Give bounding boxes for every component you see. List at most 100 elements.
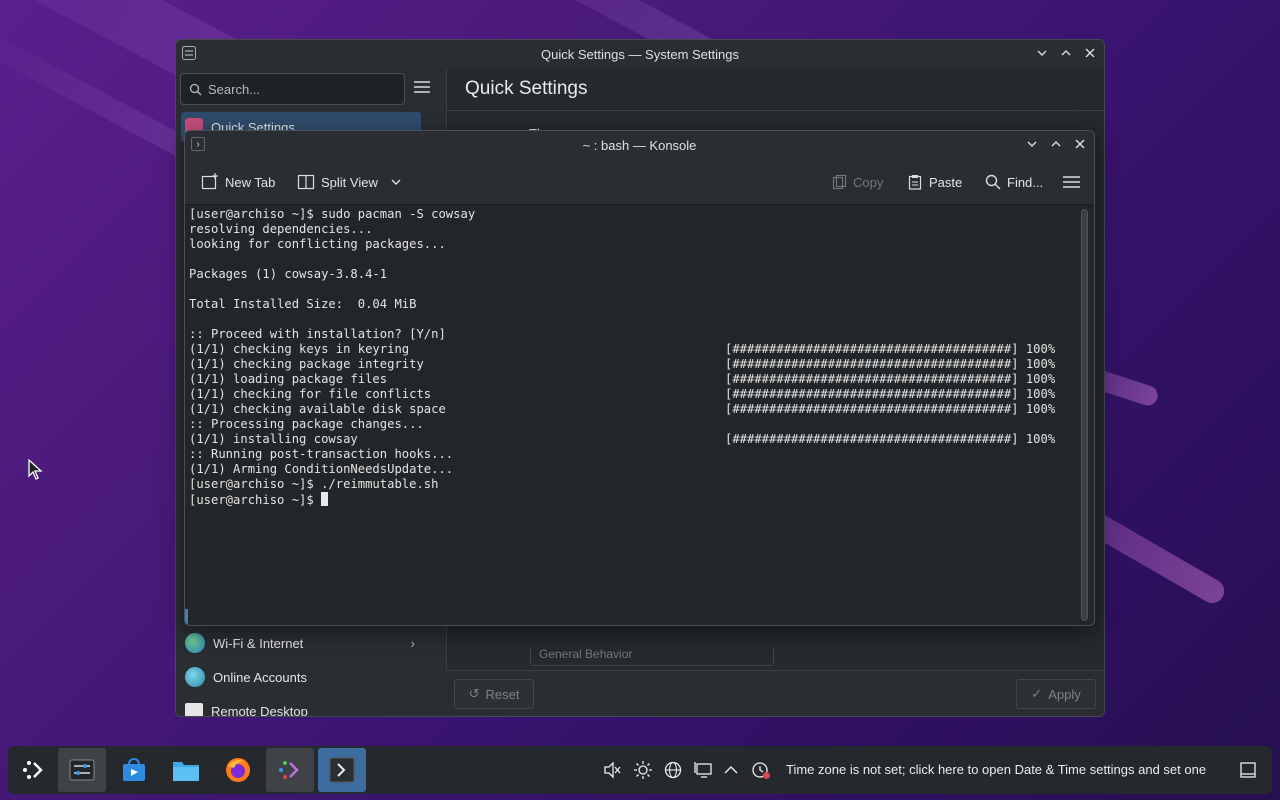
clock-alert-icon[interactable] [751,760,771,780]
focus-accent [185,609,188,625]
sidebar-item-online-accounts[interactable]: Online Accounts [181,662,421,692]
terminal-line: (1/1) Arming ConditionNeedsUpdate... [189,462,1094,477]
paste-button[interactable]: Paste [907,171,962,193]
minimize-button[interactable] [1034,45,1050,61]
close-button[interactable] [1082,45,1098,61]
show-desktop-icon[interactable] [1238,760,1258,780]
close-icon [1085,48,1095,58]
terminal-line: (1/1) checking package integrity [#######… [189,357,1094,372]
close-button[interactable] [1072,136,1088,152]
terminal-line-text: [user@archiso ~]$ ./reimmutable.sh [189,477,439,491]
terminal-line-text: [user@archiso ~]$ [189,493,322,507]
terminal-line-text: [user@archiso ~]$ sudo pacman -S cowsay [189,207,476,221]
terminal-line: (1/1) installing cowsay [################… [189,432,1094,447]
application-launcher-icon [23,761,43,779]
konsole-titlebar[interactable]: › ~ : bash — Konsole [185,131,1094,159]
reset-label: Reset [485,686,520,702]
copy-icon [832,174,847,190]
terminal-line: [user@archiso ~]$ [189,492,1094,507]
search-input[interactable]: Search... [180,73,405,105]
taskbar-plasma[interactable] [266,748,314,792]
firefox-icon [226,758,250,782]
terminal-line: Packages (1) cowsay-3.8.4-1 [189,267,1094,282]
terminal-line-text: (1/1) Arming ConditionNeedsUpdate... [189,462,454,476]
page-title: Quick Settings [465,78,588,99]
terminal-line: looking for conflicting packages... [189,237,1094,252]
terminal-line-text: (1/1) checking for file conflicts [189,387,432,401]
copy-button[interactable]: Copy [831,171,883,193]
chevron-down-icon [1037,50,1047,56]
hamburger-menu-icon[interactable] [1063,175,1080,189]
terminal-line-text: (1/1) loading package files [189,372,388,386]
sidebar-item-label: Online Accounts [213,669,307,685]
apply-button[interactable]: ✓ Apply [1016,679,1096,709]
remote-desktop-icon [185,703,203,716]
terminal-line-text: (1/1) checking available disk space [189,402,446,416]
terminal-line: [user@archiso ~]$ sudo pacman -S cowsay [189,207,1094,222]
taskbar-file-manager[interactable] [162,748,210,792]
terminal-line: resolving dependencies... [189,222,1094,237]
progress-bar-text: [######################################]… [725,342,1056,356]
checkmark-icon: ✓ [1031,686,1043,701]
terminal-line-text: (1/1) checking package integrity [189,357,424,371]
paste-label: Paste [929,174,963,190]
taskbar-system-settings[interactable] [58,748,106,792]
new-tab-icon [201,173,218,190]
terminal-line: :: Proceed with installation? [Y/n] [189,327,1094,342]
paste-icon [908,175,922,190]
konsole-icon [329,757,355,783]
terminal-line: (1/1) checking available disk space [####… [189,402,1094,417]
terminal-scrollbar[interactable] [1081,209,1088,621]
discover-store-icon [123,757,145,781]
divider [447,110,1104,111]
search-icon [189,83,202,95]
chevron-right-icon: › [410,635,415,651]
settings-window-title: Quick Settings — System Settings [541,46,739,62]
minimize-button[interactable] [1024,136,1040,152]
terminal-line-text: Total Installed Size: 0.04 MiB [189,297,417,311]
file-manager-icon [173,762,199,781]
new-tab-button[interactable]: New Tab [201,171,275,193]
copy-label: Copy [853,174,884,190]
konsole-toolbar: New Tab Split View Copy Paste Find... [185,159,1094,205]
sidebar-item-remote-desktop[interactable]: Remote Desktop [181,696,421,717]
network-icon[interactable] [663,760,683,780]
sidebar-item-label: Wi-Fi & Internet [213,635,304,651]
hamburger-menu-icon[interactable] [414,80,430,94]
terminal-line: (1/1) loading package files [############… [189,372,1094,387]
display-icon[interactable] [693,760,713,780]
maximize-button[interactable] [1058,45,1074,61]
terminal-line: (1/1) checking for file conflicts [######… [189,387,1094,402]
sidebar-item-label: Remote Desktop [211,703,308,717]
sidebar-item-wifi-internet[interactable]: Wi-Fi & Internet › [181,628,421,658]
terminal-line-text: :: Processing package changes... [189,417,424,431]
application-launcher[interactable] [10,748,58,792]
expand-tray-icon[interactable] [721,760,741,780]
chevron-down-icon [391,179,401,185]
progress-bar-text: [######################################]… [725,402,1056,416]
terminal-line-text: looking for conflicting packages... [189,237,446,251]
taskbar-discover[interactable] [110,748,158,792]
terminal-line-text: (1/1) checking keys in keyring [189,342,410,356]
konsole-window-title: ~ : bash — Konsole [582,138,697,153]
brightness-icon[interactable] [633,760,653,780]
settings-titlebar[interactable]: Quick Settings — System Settings [176,40,1104,68]
konsole-window: › ~ : bash — Konsole New Tab Split View [184,130,1095,626]
general-behavior-field[interactable]: General Behavior [530,648,774,666]
terminal-line-text: :: Running post-transaction hooks... [189,447,454,461]
terminal-line-text: :: Proceed with installation? [Y/n] [189,327,446,341]
find-button[interactable]: Find... [985,171,1043,193]
volume-muted-icon[interactable] [602,760,622,780]
taskbar-firefox[interactable] [214,748,262,792]
system-settings-icon [69,759,95,781]
globe-icon [185,633,205,653]
timezone-status-text[interactable]: Time zone is not set; click here to open… [786,762,1206,777]
terminal-output[interactable]: [user@archiso ~]$ sudo pacman -S cowsay r… [185,205,1094,625]
chevron-down-icon [1027,141,1037,147]
split-view-button[interactable]: Split View [297,171,402,193]
taskbar-konsole[interactable] [318,748,366,792]
reset-button[interactable]: ↺ Reset [454,679,534,709]
maximize-button[interactable] [1048,136,1064,152]
text-cursor [321,492,329,506]
